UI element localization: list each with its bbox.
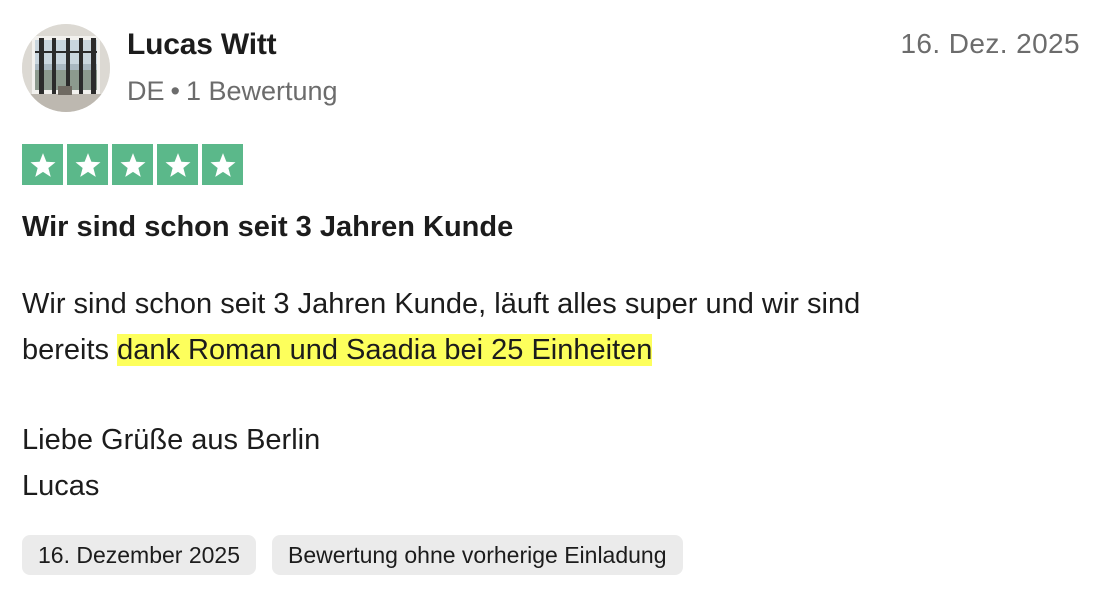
star-rating <box>22 144 243 185</box>
review-signature: Lucas <box>22 470 100 502</box>
star-icon <box>22 144 63 185</box>
review-body: Wir sind schon seit 3 Jahren Kunde, läuf… <box>22 281 1082 509</box>
star-icon <box>112 144 153 185</box>
star-icon <box>202 144 243 185</box>
invitation-status-tag[interactable]: Bewertung ohne vorherige Einladung <box>272 535 683 575</box>
meta-separator: • <box>170 76 180 106</box>
review-body-line-2: bereits dank Roman und Saadia bei 25 Ein… <box>22 327 1082 373</box>
review-body-line-1: Wir sind schon seit 3 Jahren Kunde, läuf… <box>22 288 861 320</box>
reviewer-meta: DE • 1 Bewertung <box>127 76 338 107</box>
review-greeting: Liebe Grüße aus Berlin <box>22 424 321 456</box>
reviewer-review-count: 1 Bewertung <box>185 76 338 106</box>
star-icon <box>67 144 108 185</box>
experience-date-tag: 16. Dezember 2025 <box>22 535 257 575</box>
reviewer-country: DE <box>127 76 165 106</box>
review-date: 16. Dez. 2025 <box>900 28 1080 59</box>
avatar-photo <box>22 24 110 112</box>
review-title: Wir sind schon seit 3 Jahren Kunde <box>22 211 514 243</box>
review-body-highlight: dank Roman und Saadia bei 25 Einheiten <box>117 334 653 366</box>
review-body-text: bereits <box>22 334 118 366</box>
star-icon <box>157 144 198 185</box>
avatar[interactable] <box>22 24 110 112</box>
reviewer-name[interactable]: Lucas Witt <box>127 28 277 62</box>
review-tags: 16. Dezember 2025 Bewertung ohne vorheri… <box>22 535 683 575</box>
